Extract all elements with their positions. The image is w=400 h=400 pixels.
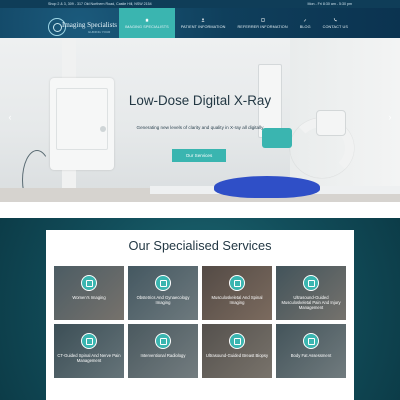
hero-image-cabinet	[50, 78, 114, 170]
nav-item-patient-information[interactable]: PATIENT INFORMATION	[175, 8, 232, 38]
service-tile[interactable]: Musculoskeletal And Spinal Imaging	[202, 266, 272, 320]
service-tile[interactable]: Obstetrics And Gynaecology Imaging	[128, 266, 198, 320]
service-icon	[229, 275, 245, 291]
nav-label: PATIENT INFORMATION	[180, 24, 226, 29]
service-icon	[303, 333, 319, 349]
nav-item-referrer-information[interactable]: REFERRER INFORMATION	[231, 8, 293, 38]
site-logo[interactable]: Imaging Specialists GUIDING YOUR	[48, 18, 118, 38]
service-icon	[81, 333, 97, 349]
nav-label: BLOG	[299, 24, 311, 29]
service-icon	[303, 275, 319, 291]
service-icon	[81, 275, 97, 291]
top-info-bar: Shop 2 & 3, 309 - 317 Old Northern Road,…	[0, 0, 400, 8]
logo-tagline: GUIDING YOUR	[88, 30, 111, 34]
nav-label: REFERRER INFORMATION	[237, 24, 288, 29]
our-services-button[interactable]: Our Services	[172, 149, 226, 162]
service-tile[interactable]: Ultrasound-Guided Musculoskeletal Pain A…	[276, 266, 346, 320]
service-tile[interactable]: Women's Imaging	[54, 266, 124, 320]
hero-subtitle: Generating new levels of clarity and qua…	[136, 125, 264, 130]
service-icon	[155, 275, 171, 291]
service-icon	[229, 333, 245, 349]
service-tile-label: CT-Guided Spinal And Nerve Pain Manageme…	[57, 353, 121, 364]
service-tile[interactable]: Interventional Radiology	[128, 324, 198, 378]
service-tile-label: Women's Imaging	[72, 295, 106, 300]
hero-title: Low-Dose Digital X-Ray	[128, 93, 272, 108]
opening-hours-text: Mon - Fri 8:30 am - 5:30 pm	[307, 2, 352, 6]
service-tile[interactable]: Body Fat Assessment	[276, 324, 346, 378]
service-tile[interactable]: CT-Guided Spinal And Nerve Pain Manageme…	[54, 324, 124, 378]
page: Shop 2 & 3, 309 - 317 Old Northern Road,…	[0, 0, 400, 400]
service-tile[interactable]: Ultrasound-Guided Breast Biopsy	[202, 324, 272, 378]
logo-name: Imaging Specialists	[62, 21, 118, 29]
user-icon	[201, 17, 205, 22]
address-text: Shop 2 & 3, 309 - 317 Old Northern Road,…	[48, 2, 152, 6]
nav-item-blog[interactable]: BLOG	[294, 8, 317, 38]
service-tile-label: Ultrasound-Guided Breast Biopsy	[205, 353, 269, 358]
services-heading: Our Specialised Services	[128, 238, 272, 253]
section-spacer	[0, 202, 400, 218]
phone-icon	[334, 17, 337, 21]
hero-slider	[0, 38, 400, 202]
service-tile-label: Body Fat Assessment	[290, 353, 332, 358]
slider-prev-arrow-icon[interactable]: ‹	[6, 112, 14, 122]
main-nav: IMAGING SPECIALISTS PATIENT INFORMATION …	[118, 8, 354, 38]
service-icon	[155, 333, 171, 349]
service-tile-label: Interventional Radiology	[140, 353, 186, 358]
nav-item-imaging-specialists[interactable]: IMAGING SPECIALISTS	[118, 8, 175, 38]
slider-next-arrow-icon[interactable]: ›	[386, 112, 394, 122]
service-tile-label: Obstetrics And Gynaecology Imaging	[136, 295, 190, 306]
service-tile-label: Ultrasound-Guided Musculoskeletal Pain A…	[281, 295, 341, 311]
nav-label: CONTACT US	[322, 24, 348, 29]
nav-item-contact-us[interactable]: CONTACT US	[317, 8, 354, 38]
service-tile-label: Musculoskeletal And Spinal Imaging	[211, 295, 263, 306]
clipboard-icon	[261, 17, 265, 22]
hero-image-pillow	[214, 176, 320, 198]
home-icon	[145, 17, 149, 22]
hero-image-detector	[316, 110, 346, 136]
pen-icon	[303, 18, 307, 22]
nav-label: IMAGING SPECIALISTS	[124, 24, 169, 29]
